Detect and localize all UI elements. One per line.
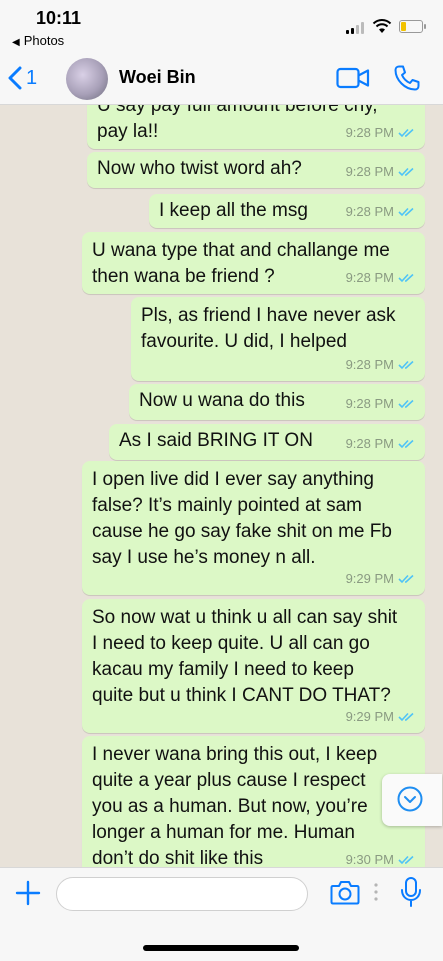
message-text: So now wat u think u all can say shit I … — [92, 607, 398, 706]
read-receipt-icon — [398, 439, 414, 449]
cellular-signal-icon — [346, 22, 366, 34]
message-bubble[interactable]: I never wana bring this out, I keep quit… — [82, 736, 425, 867]
message-time: 9:28 PM — [345, 204, 394, 219]
read-receipt-icon — [398, 207, 414, 217]
back-to-photos-link[interactable]: ◀ Photos — [12, 33, 64, 48]
message-meta: 9:29 PM — [346, 704, 416, 730]
chat-header: 1 Woei Bin — [0, 52, 443, 105]
read-receipt-icon — [398, 712, 414, 722]
message-meta: 9:28 PM — [346, 265, 416, 291]
chevron-down-icon — [397, 786, 423, 812]
message-time: 9:30 PM — [345, 852, 394, 867]
message-meta: 9:28 PM — [346, 159, 416, 185]
contact-avatar[interactable] — [66, 58, 108, 100]
read-receipt-icon — [398, 167, 414, 177]
message-meta: 9:28 PM — [346, 120, 416, 146]
message-text: Now u wana do this — [139, 390, 305, 411]
message-bubble[interactable]: So now wat u think u all can say shit I … — [82, 599, 425, 733]
read-receipt-icon — [398, 574, 414, 584]
message-bubble[interactable]: Now u wana do this 9:28 PM — [129, 384, 425, 420]
message-text: I open live did I ever say anything fals… — [92, 469, 392, 568]
wifi-icon — [372, 19, 392, 33]
message-time: 9:29 PM — [345, 709, 394, 724]
video-call-icon[interactable] — [336, 66, 370, 90]
message-meta: 9:30 PM — [346, 847, 416, 867]
message-time: 9:28 PM — [345, 436, 394, 451]
message-bubble[interactable]: As I said BRING IT ON 9:28 PM — [109, 424, 425, 460]
contact-name[interactable]: Woei Bin — [119, 67, 196, 88]
message-bubble[interactable]: Pls, as friend I have never ask favourit… — [131, 297, 425, 381]
back-triangle-icon: ◀ — [12, 37, 20, 48]
status-time: 10:11 — [36, 8, 82, 28]
message-bubble[interactable]: I open live did I ever say anything fals… — [82, 461, 425, 595]
message-bubble[interactable]: U wana type that and challange me then w… — [82, 232, 425, 294]
message-text: Now who twist word ah? — [97, 158, 302, 179]
read-receipt-icon — [398, 855, 414, 865]
message-time: 9:28 PM — [345, 164, 394, 179]
chevron-left-icon — [8, 66, 22, 90]
back-button[interactable]: 1 — [8, 64, 37, 92]
message-text: Pls, as friend I have never ask favourit… — [141, 305, 396, 352]
message-time: 9:28 PM — [345, 357, 394, 372]
message-text: U say pay full amount before cny, pay la… — [97, 105, 378, 142]
scroll-to-bottom-button[interactable] — [382, 774, 442, 826]
read-receipt-icon — [398, 360, 414, 370]
read-receipt-icon — [398, 128, 414, 138]
unread-count: 1 — [26, 66, 38, 89]
read-receipt-icon — [398, 273, 414, 283]
chat-messages[interactable]: U say pay full amount before cny, pay la… — [0, 105, 443, 867]
message-text: I never wana bring this out, I keep quit… — [92, 744, 378, 867]
microphone-icon[interactable] — [400, 876, 422, 908]
message-bubble[interactable]: Now who twist word ah? 9:28 PM — [87, 152, 425, 188]
message-meta: 9:28 PM — [346, 391, 416, 417]
home-indicator[interactable] — [143, 945, 299, 951]
battery-icon — [399, 20, 426, 33]
message-bubble[interactable]: U say pay full amount before cny, pay la… — [87, 105, 425, 149]
message-time: 9:28 PM — [345, 396, 394, 411]
read-receipt-icon — [398, 399, 414, 409]
message-input[interactable] — [56, 877, 308, 911]
back-app-label: Photos — [23, 33, 65, 48]
phone-call-icon[interactable] — [393, 64, 421, 92]
camera-icon[interactable] — [330, 878, 360, 906]
message-time: 9:29 PM — [345, 571, 394, 586]
message-meta: 9:29 PM — [346, 566, 416, 592]
more-icon[interactable] — [374, 882, 378, 902]
plus-icon[interactable] — [15, 880, 41, 906]
message-meta: 9:28 PM — [346, 199, 416, 225]
message-meta: 9:28 PM — [346, 431, 416, 457]
message-meta: 9:28 PM — [346, 352, 416, 378]
message-time: 9:28 PM — [345, 125, 394, 140]
status-bar: 10:11 ◀ Photos — [0, 0, 443, 52]
message-text: As I said BRING IT ON — [119, 430, 313, 451]
message-time: 9:28 PM — [345, 270, 394, 285]
message-bubble[interactable]: I keep all the msg 9:28 PM — [149, 194, 425, 228]
message-text: I keep all the msg — [159, 200, 308, 221]
